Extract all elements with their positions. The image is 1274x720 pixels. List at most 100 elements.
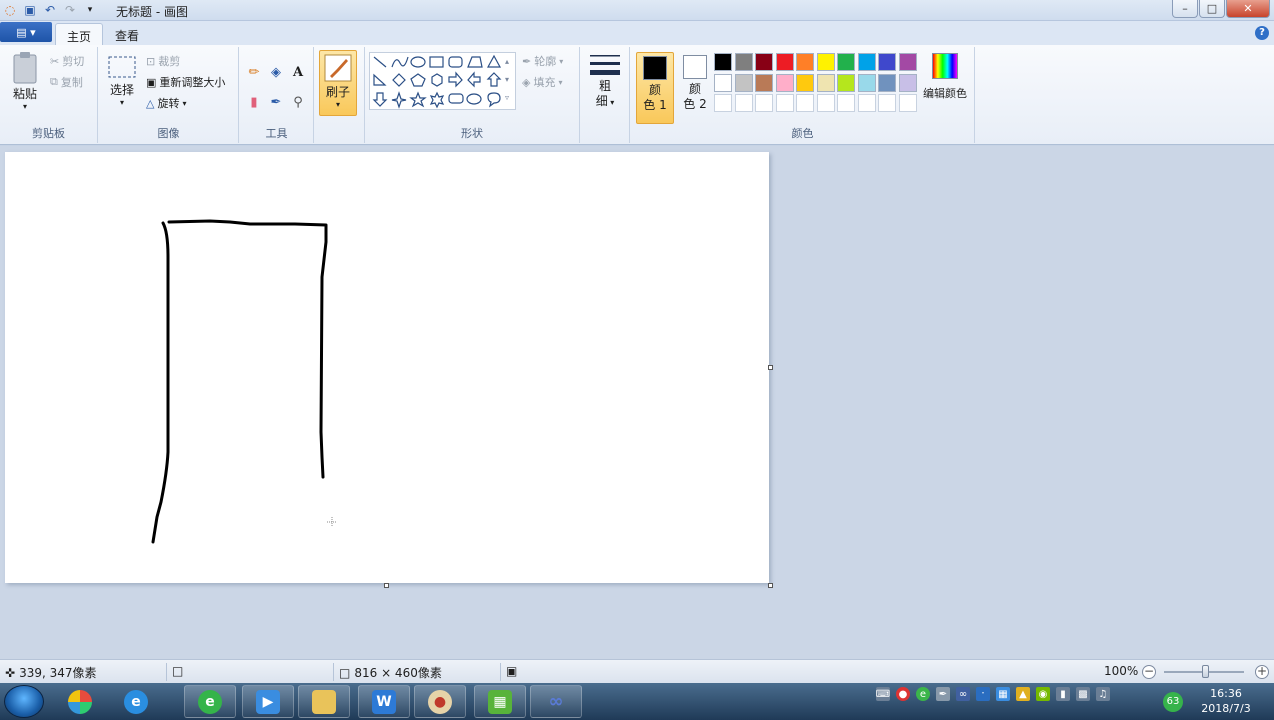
palette-swatch[interactable] <box>734 53 753 71</box>
palette-swatch[interactable] <box>837 94 855 112</box>
brushes-button[interactable]: 刷子 ▾ <box>319 50 357 116</box>
file-menu-button[interactable]: ▤ ▾ <box>0 22 52 42</box>
system-tray: ⌨ ● e ✒ ∞ ᛫ ▦ ▲ ◉ ▮ ▩ ♫ <box>876 687 1110 701</box>
palette-swatch[interactable] <box>734 73 753 92</box>
palette-swatch[interactable] <box>755 94 773 112</box>
taskbar-app-loop[interactable]: ∞ <box>530 685 582 718</box>
cut-button[interactable]: ✂ 剪切 <box>50 53 84 69</box>
palette-swatch[interactable] <box>898 73 917 92</box>
palette-swatch[interactable] <box>714 53 732 71</box>
maximize-button[interactable]: □ <box>1199 0 1225 18</box>
palette-swatch[interactable] <box>775 73 794 92</box>
chain-icon[interactable]: ∞ <box>956 687 970 701</box>
palette-swatch[interactable] <box>755 73 773 92</box>
edit-colors-button[interactable]: 编辑颜色 <box>921 53 969 101</box>
resize-handle-corner[interactable] <box>768 583 773 588</box>
bluetooth-icon[interactable]: ᛫ <box>976 687 990 701</box>
zoom-out-button[interactable]: − <box>1142 665 1156 679</box>
eraser-icon[interactable]: ▮ <box>245 93 263 111</box>
save-icon[interactable]: ▣ <box>22 2 38 18</box>
palette-swatch[interactable] <box>816 73 835 92</box>
clock-date: 2018/7/3 <box>1201 702 1251 715</box>
tab-view[interactable]: 查看 <box>104 23 150 45</box>
minimize-button[interactable]: – <box>1172 0 1198 18</box>
notification-badge[interactable]: 63 <box>1163 692 1183 712</box>
resize-handle-bottom[interactable] <box>384 583 389 588</box>
palette-swatch[interactable] <box>775 53 794 71</box>
help-icon[interactable]: ? <box>1255 26 1269 40</box>
crop-button[interactable]: ⊡ 裁剪 <box>146 53 180 69</box>
palette-swatch[interactable] <box>837 53 855 71</box>
taskbar-app-green[interactable]: ▦ <box>474 685 526 718</box>
redo-icon[interactable]: ↷ <box>62 2 78 18</box>
red-shield-icon[interactable]: ● <box>896 687 910 701</box>
resize-handle-right[interactable] <box>768 365 773 370</box>
color2-button[interactable]: 颜 色 2 <box>678 52 712 124</box>
close-button[interactable]: ✕ <box>1226 0 1270 18</box>
taskbar-app-ie[interactable]: e <box>110 685 162 718</box>
taskbar-app-explorer[interactable] <box>298 685 350 718</box>
customize-qat-icon[interactable]: ▾ <box>82 2 98 18</box>
fill-button[interactable]: ◈ 填充 ▾ <box>522 74 562 90</box>
taskbar-app-video[interactable]: ▶ <box>242 685 294 718</box>
palette-swatch[interactable] <box>898 53 917 71</box>
volume-icon[interactable]: ♫ <box>1096 687 1110 701</box>
nvidia-icon[interactable]: ◉ <box>1036 687 1050 701</box>
paste-button[interactable]: 粘贴 ▾ <box>8 51 42 111</box>
copy-button[interactable]: ⧉ 复制 <box>50 74 83 90</box>
feather-icon[interactable]: ✒ <box>936 687 950 701</box>
palette-swatch[interactable] <box>878 73 896 92</box>
text-tool-icon[interactable]: A <box>289 63 307 81</box>
360-browser-icon: e <box>198 689 222 714</box>
network-signal-icon[interactable]: ▩ <box>1076 687 1090 701</box>
shapes-scroll[interactable]: ▴ ▾ ▿ <box>505 53 509 107</box>
drawing-canvas[interactable] <box>5 152 769 583</box>
line-width-icon <box>590 55 620 75</box>
taskbar-app-wps[interactable]: W <box>358 685 410 718</box>
palette-swatch[interactable] <box>878 94 896 112</box>
palette-swatch[interactable] <box>816 53 835 71</box>
palette-swatch[interactable] <box>898 94 917 112</box>
taskbar-clock[interactable]: 16:36 2018/7/3 <box>1196 686 1256 716</box>
pencil-icon[interactable]: ✏ <box>245 63 263 81</box>
palette-swatch[interactable] <box>816 94 835 112</box>
palette-swatch[interactable] <box>714 94 732 112</box>
start-button[interactable] <box>4 685 44 718</box>
battery-icon[interactable]: ▮ <box>1056 687 1070 701</box>
security-icon[interactable]: ▲ <box>1016 687 1030 701</box>
palette-swatch[interactable] <box>796 73 814 92</box>
color1-button[interactable]: 颜 色 1 <box>636 52 674 124</box>
taskbar-app-360[interactable]: e <box>184 685 236 718</box>
resize-button[interactable]: ▣ 重新调整大小 <box>146 74 225 90</box>
palette-swatch[interactable] <box>857 53 876 71</box>
palette-swatch[interactable] <box>857 94 876 112</box>
taskbar-app-chrome[interactable] <box>54 685 106 718</box>
palette-swatch[interactable] <box>837 73 855 92</box>
color-picker-icon[interactable]: ✒ <box>267 93 285 111</box>
palette-swatch[interactable] <box>878 53 896 71</box>
keyboard-icon[interactable]: ⌨ <box>876 687 890 701</box>
magnifier-icon[interactable]: ⚲ <box>289 93 307 111</box>
select-button[interactable]: 选择 ▾ <box>105 55 139 107</box>
palette-swatch[interactable] <box>714 73 732 92</box>
palette-swatch[interactable] <box>775 94 794 112</box>
zoom-slider-thumb[interactable] <box>1202 665 1209 678</box>
zoom-in-button[interactable]: + <box>1255 665 1269 679</box>
rotate-button[interactable]: △ 旋转 ▾ <box>146 95 186 111</box>
palette-swatch[interactable] <box>857 73 876 92</box>
outline-button[interactable]: ✒ 轮廓 ▾ <box>522 53 563 69</box>
tab-home[interactable]: 主页 <box>55 23 104 45</box>
paint-app-icon[interactable]: ◌ <box>2 2 18 18</box>
palette-swatch[interactable] <box>755 53 773 71</box>
palette-swatch[interactable] <box>796 94 814 112</box>
palette-swatch[interactable] <box>734 94 753 112</box>
undo-icon[interactable]: ↶ <box>42 2 58 18</box>
palette-swatch[interactable] <box>796 53 814 71</box>
fill-bucket-icon[interactable]: ◈ <box>267 63 285 81</box>
green-circle-icon[interactable]: e <box>916 687 930 701</box>
size-label-line1: 粗 <box>598 79 611 93</box>
selection-icon: □ <box>172 664 184 678</box>
qq-icon[interactable]: ▦ <box>996 687 1010 701</box>
size-button[interactable]: 粗 细 ▾ <box>588 53 622 110</box>
taskbar-app-paint[interactable]: ● <box>414 685 466 718</box>
